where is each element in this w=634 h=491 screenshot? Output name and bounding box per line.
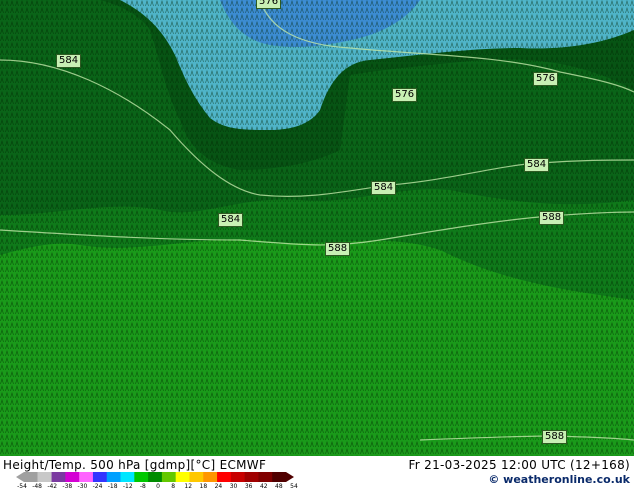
- color-scale-segment: [120, 472, 135, 482]
- color-scale-tick: 42: [259, 483, 268, 490]
- color-scale-tick: 0: [156, 483, 160, 490]
- map-canvas: [0, 0, 634, 456]
- contour-label: 576: [533, 72, 559, 86]
- contour-label: 588: [539, 211, 565, 225]
- color-scale-segment: [134, 472, 149, 482]
- copyright-link[interactable]: © weatheronline.co.uk: [488, 473, 630, 486]
- color-scale-segment: [244, 472, 259, 482]
- color-scale-segment: [37, 472, 53, 482]
- color-scale-segment: [272, 472, 294, 482]
- color-scale-tick: -54: [17, 483, 27, 490]
- color-scale-tick: 36: [244, 483, 253, 490]
- contour-label: 576: [392, 88, 418, 102]
- color-scale-tick: -12: [122, 483, 133, 490]
- color-scale-tick: -42: [47, 483, 58, 490]
- contour-label: 584: [371, 181, 397, 195]
- color-scale-tick: 12: [184, 483, 193, 490]
- contour-label: 584: [524, 158, 550, 172]
- color-scale-segment: [258, 472, 273, 482]
- contour-label: 584: [56, 54, 82, 68]
- color-scale-tick: -48: [32, 483, 43, 490]
- color-scale-segment: [161, 472, 177, 482]
- color-scale-segment: [79, 472, 94, 482]
- color-scale-segment: [65, 472, 80, 482]
- color-scale-tick: -24: [92, 483, 103, 490]
- color-scale-segment: [230, 472, 246, 482]
- color-scale-segment: [106, 472, 122, 482]
- color-scale-tick: 18: [199, 483, 208, 490]
- color-scale-tick: 8: [171, 483, 176, 490]
- map-title: Height/Temp. 500 hPa [gdmp][°C] ECMWF: [3, 458, 267, 472]
- color-scale-bar: [16, 472, 294, 482]
- color-scale-tick: -18: [107, 483, 118, 490]
- contour-label: 588: [325, 242, 351, 256]
- color-scale-tick: 54: [290, 483, 298, 490]
- valid-time: Fr 21-03-2025 12:00 UTC (12+168): [408, 458, 630, 472]
- color-scale-segment: [51, 472, 66, 482]
- contour-label: 588: [542, 430, 568, 444]
- color-scale-segment: [92, 472, 108, 482]
- weather-map: 576 584 576 576 584 584 584 588 588 588: [0, 0, 634, 456]
- color-scale-segment: [148, 472, 163, 482]
- color-scale-segment: [16, 472, 38, 482]
- color-scale-tick: 48: [275, 483, 283, 490]
- color-scale-segment: [217, 472, 232, 482]
- color-scale-tick: 30: [229, 483, 238, 490]
- contour-label: 584: [218, 213, 244, 227]
- color-scale-segment: [175, 472, 190, 482]
- color-scale-tick: -8: [139, 483, 146, 490]
- color-scale-segment: [189, 472, 204, 482]
- color-scale-tick: -30: [77, 483, 88, 490]
- color-scale-tick: -38: [62, 483, 73, 490]
- color-scale-segment: [203, 472, 218, 482]
- color-scale-tick: 24: [214, 483, 223, 490]
- map-footer: Height/Temp. 500 hPa [gdmp][°C] ECMWF Fr…: [0, 456, 634, 490]
- contour-hatching: [0, 0, 634, 456]
- contour-label: 576: [256, 0, 282, 9]
